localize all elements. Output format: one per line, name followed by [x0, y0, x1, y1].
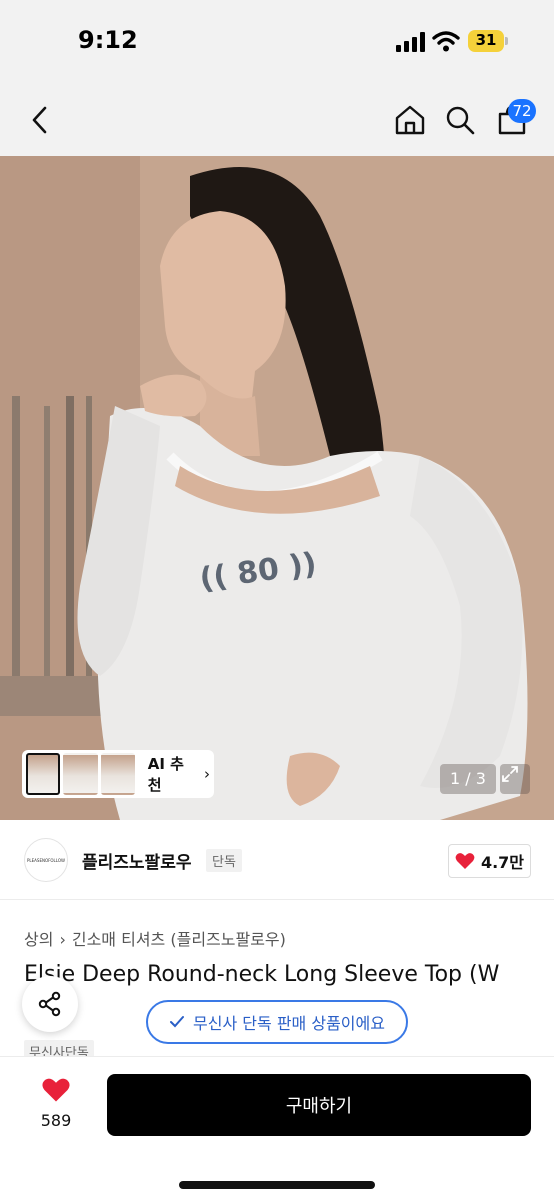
- ai-recommend-label[interactable]: AI 추천: [148, 753, 195, 795]
- exclusive-notice: 무신사 단독 판매 상품이에요: [146, 1000, 408, 1044]
- brand-like-count: 4.7만: [480, 853, 525, 872]
- brand-logo[interactable]: PLEASENOFOLLOW: [24, 838, 68, 882]
- search-button[interactable]: [442, 102, 478, 138]
- heart-icon: [455, 853, 475, 869]
- page-indicator: 1 / 3: [440, 764, 496, 794]
- brand-row: PLEASENOFOLLOW 플리즈노팔로우 단독 4.7만: [0, 820, 554, 900]
- wishlist-count: 589: [40, 1111, 72, 1130]
- cart-count-badge: 72: [508, 99, 536, 123]
- checkmark-icon: [170, 1016, 185, 1028]
- search-icon: [446, 106, 475, 135]
- heart-icon: [42, 1078, 70, 1102]
- status-bar: 9:12 31: [0, 0, 554, 84]
- home-indicator: [179, 1181, 375, 1189]
- brand-like-button[interactable]: 4.7만: [448, 844, 531, 878]
- battery-level: 31: [475, 31, 497, 49]
- share-button[interactable]: [22, 976, 78, 1032]
- thumbnail-2[interactable]: [63, 753, 98, 795]
- back-icon: [32, 106, 47, 134]
- product-image-carousel[interactable]: (( 80 )) AI 추천 › 1 / 3: [0, 156, 554, 820]
- breadcrumb: 상의 › 긴소매 티셔츠 (플리즈노팔로우): [24, 926, 286, 950]
- signal-icon: [396, 32, 425, 52]
- exclusive-notice-text: 무신사 단독 판매 상품이에요: [193, 1014, 385, 1033]
- thumbnail-1[interactable]: [26, 753, 61, 795]
- thumbnail-3[interactable]: [100, 753, 135, 795]
- top-nav-bar: [0, 84, 554, 156]
- expand-icon: [502, 766, 518, 782]
- breadcrumb-category[interactable]: 상의: [24, 930, 53, 949]
- wishlist-button[interactable]: 589: [26, 1077, 86, 1147]
- recommendation-strip[interactable]: AI 추천 ›: [22, 750, 214, 798]
- product-title: Elsie Deep Round-neck Long Sleeve Top (W: [24, 962, 500, 987]
- product-photo: (( 80 )): [0, 156, 554, 820]
- chevron-right-icon: ›: [204, 765, 211, 783]
- chevron-right-icon: ›: [59, 930, 66, 949]
- home-button[interactable]: [392, 102, 428, 138]
- back-button[interactable]: [22, 102, 58, 138]
- brand-name[interactable]: 플리즈노팔로우: [82, 848, 191, 873]
- battery-icon: 31: [468, 30, 508, 52]
- share-icon: [38, 991, 61, 1017]
- buy-button[interactable]: 구매하기: [107, 1074, 531, 1136]
- status-time: 9:12: [78, 26, 138, 54]
- home-icon: [395, 105, 425, 135]
- breadcrumb-subcategory[interactable]: 긴소매 티셔츠 (플리즈노팔로우): [72, 930, 286, 949]
- brand-exclusive-tag: 단독: [206, 849, 242, 872]
- wifi-icon: [432, 31, 460, 52]
- bottom-purchase-bar: 589 구매하기: [0, 1056, 554, 1200]
- expand-button[interactable]: [500, 764, 530, 794]
